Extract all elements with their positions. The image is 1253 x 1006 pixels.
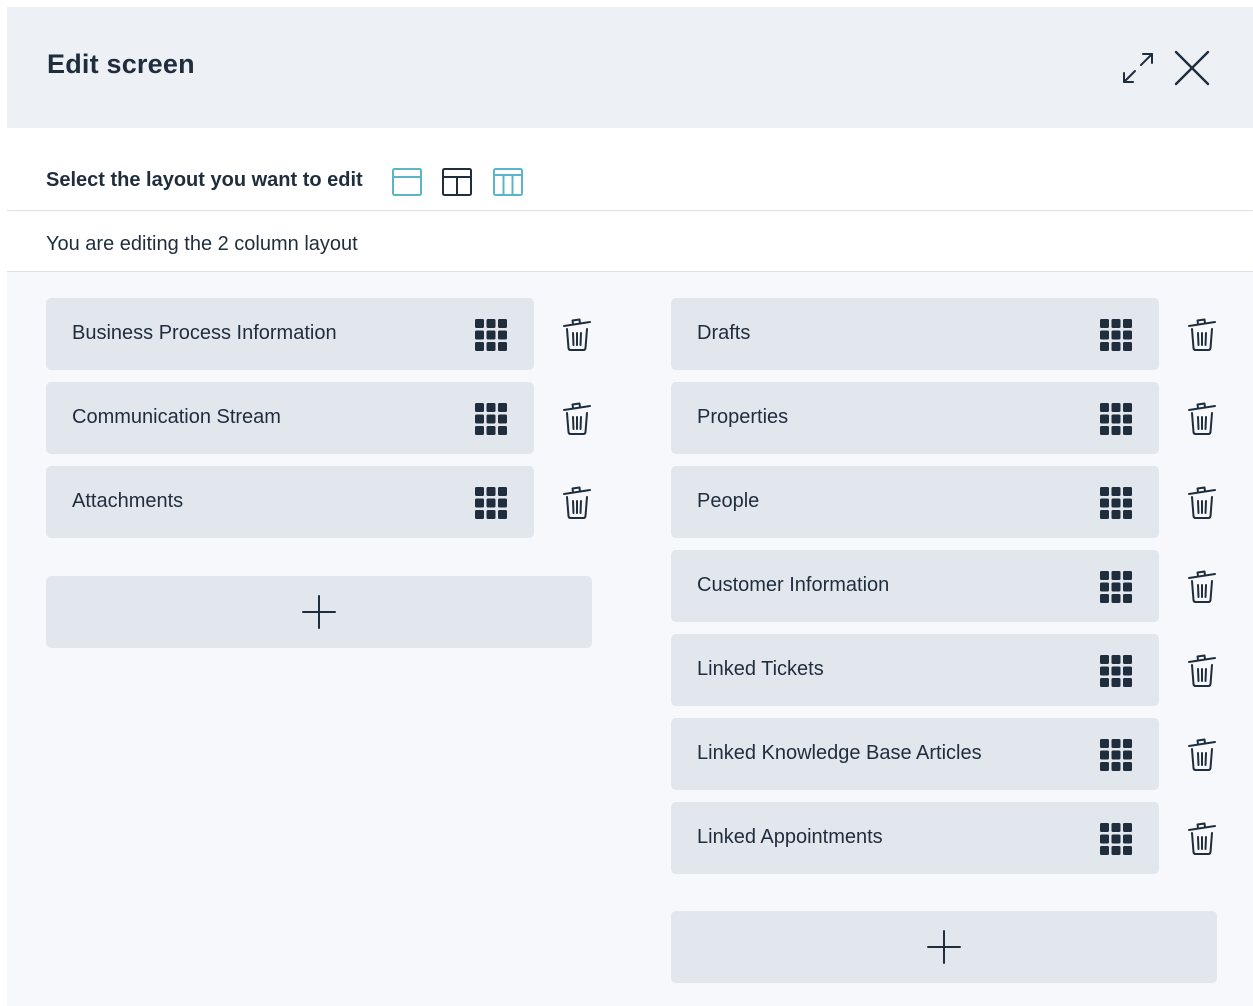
delete-widget-button[interactable] [1182,818,1222,858]
trash-icon [563,402,591,435]
drag-grid-icon[interactable] [474,318,508,352]
expand-button[interactable] [1117,47,1159,89]
widget-label: Business Process Information [72,322,337,344]
edit-screen-dialog: Edit screen Select the layout you want t… [7,7,1253,1006]
dialog-title: Edit screen [47,49,195,79]
widget-card[interactable]: Properties [671,382,1159,454]
trash-icon [1188,402,1216,435]
drag-grid-icon[interactable] [474,486,508,520]
widget-label: Customer Information [697,574,890,596]
widget-label: Attachments [72,490,184,512]
drag-grid-icon[interactable] [474,402,508,436]
delete-widget-button[interactable] [1182,482,1222,522]
delete-widget-button[interactable] [557,482,597,522]
trash-icon [1188,318,1216,351]
delete-widget-button[interactable] [1182,398,1222,438]
trash-icon [1188,570,1216,603]
layout-option-2[interactable] [440,165,474,199]
dialog-header: Edit screen [7,7,1253,128]
widget-label: Drafts [697,322,751,344]
plus-icon [302,595,336,629]
widget-card[interactable]: Drafts [671,298,1159,370]
drag-grid-icon[interactable] [1099,570,1133,604]
delete-widget-button[interactable] [557,398,597,438]
layout-one-column-icon [392,168,422,196]
plus-icon [927,930,961,964]
delete-widget-button[interactable] [1182,566,1222,606]
layout-option-3[interactable] [491,165,525,199]
drag-grid-icon[interactable] [1099,402,1133,436]
drag-grid-icon[interactable] [1099,318,1133,352]
widget-card[interactable]: Communication Stream [46,382,534,454]
delete-widget-button[interactable] [1182,314,1222,354]
widget-label: Linked Appointments [697,826,883,848]
widget-card[interactable]: Business Process Information [46,298,534,370]
trash-icon [563,486,591,519]
expand-arrows-icon [1123,53,1153,83]
trash-icon [1188,486,1216,519]
layout-selector: Select the layout you want to edit [7,128,1253,211]
trash-icon [1188,654,1216,687]
widget-card[interactable]: People [671,466,1159,538]
delete-widget-button[interactable] [1182,650,1222,690]
layout-three-column-icon [493,168,523,196]
layout-option-1[interactable] [390,165,424,199]
drag-grid-icon[interactable] [1099,738,1133,772]
widget-label: Linked Knowledge Base Articles [697,742,982,764]
widget-label: Communication Stream [72,406,281,428]
layout-select-label: Select the layout you want to edit [46,169,363,191]
editing-layout-text: You are editing the 2 column layout [46,233,358,255]
widget-card[interactable]: Attachments [46,466,534,538]
widget-label: People [697,490,760,512]
widget-card[interactable]: Linked Knowledge Base Articles [671,718,1159,790]
drag-grid-icon[interactable] [1099,654,1133,688]
add-widget-right-button[interactable] [671,911,1217,983]
trash-icon [563,318,591,351]
layout-two-column-icon [442,168,472,196]
drag-grid-icon[interactable] [1099,486,1133,520]
editing-info-bar: You are editing the 2 column layout [7,211,1253,272]
widget-label: Linked Tickets [697,658,824,680]
close-icon [1174,50,1210,86]
trash-icon [1188,822,1216,855]
widget-label: Properties [697,406,789,428]
trash-icon [1188,738,1216,771]
add-widget-left-button[interactable] [46,576,592,648]
delete-widget-button[interactable] [557,314,597,354]
widget-card[interactable]: Customer Information [671,550,1159,622]
delete-widget-button[interactable] [1182,734,1222,774]
drag-grid-icon[interactable] [1099,822,1133,856]
widget-card[interactable]: Linked Tickets [671,634,1159,706]
close-button[interactable] [1171,47,1213,89]
widget-card[interactable]: Linked Appointments [671,802,1159,874]
